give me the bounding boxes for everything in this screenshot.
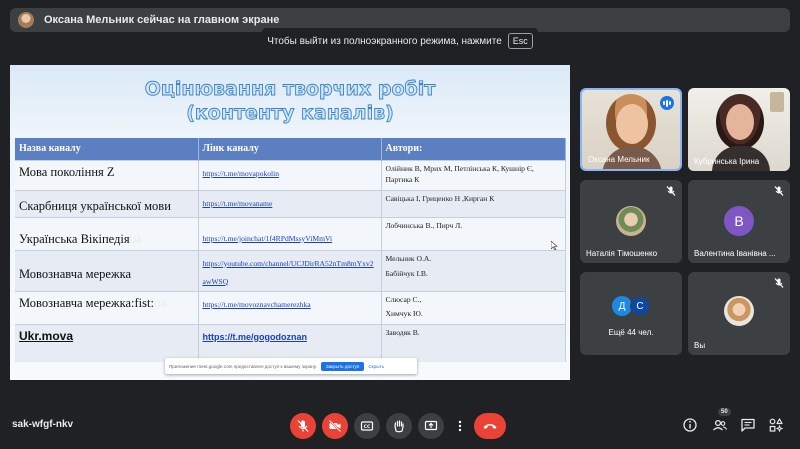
channel-name: Мовознавча мережка:fist:	[19, 295, 154, 310]
activities-icon[interactable]	[768, 417, 784, 433]
mic-toggle-button[interactable]	[290, 413, 316, 439]
esc-key-badge: Esc	[507, 33, 533, 49]
participant-avatar: С	[630, 296, 650, 316]
channel-link[interactable]: https://youtube.com/channel/UCJDirRA52nT…	[203, 259, 374, 286]
table-header-row: Назва каналу Лінк каналу Автори:	[15, 138, 566, 160]
table-row: Мова покоління Z https://t.me/movapokoli…	[15, 159, 566, 190]
screen-share-permission-text: Приложение meet.google.com предоставлен …	[169, 363, 317, 369]
participant-tile-iryna[interactable]: Кубринська Ірина	[688, 88, 790, 171]
screen-share-permission-bar: Приложение meet.google.com предоставлен …	[165, 358, 417, 374]
channel-authors: Слюсар С.,	[385, 294, 422, 304]
mic-off-icon	[774, 186, 784, 196]
camera-off-icon	[328, 419, 342, 433]
channel-name: Мовознавча мережка	[19, 266, 132, 281]
slide-title-line-1: Оцінювання творчих робіт	[144, 78, 436, 101]
mic-off-icon	[774, 278, 784, 288]
participant-tile-self[interactable]: Вы	[688, 272, 790, 355]
channel-link[interactable]: https://t.me/gogodoznan	[203, 332, 307, 342]
participant-name: Кубринська Ірина	[694, 157, 760, 166]
channel-name: Ukr.mova	[19, 328, 74, 343]
channel-authors: Лобчинська В., Пирч Л.	[385, 220, 463, 230]
hang-up-icon	[483, 424, 497, 429]
table-row: Ukr.mova https://t.me/gogodoznan Заводяк…	[15, 323, 566, 362]
leave-call-button[interactable]	[474, 413, 506, 439]
captions-button[interactable]: CC	[354, 413, 380, 439]
participant-tile-oksana[interactable]: Оксана Мельник	[580, 88, 682, 171]
channel-authors-second: Химчук Ю.	[385, 308, 423, 318]
channel-name: Українська Вікіпедія	[19, 231, 130, 246]
channel-link[interactable]: https://t.me/movapokolin	[203, 169, 280, 178]
channel-link[interactable]: https://t.me/joinchat/1f4RPdMssyViMmVi	[203, 234, 333, 243]
meeting-code: sak-wfgf-nkv	[12, 419, 74, 430]
channel-name-tag: UA	[129, 234, 143, 245]
channel-link[interactable]: https://t.me/movoznavchamerezhka	[203, 300, 311, 309]
participant-name: Валентина Іванівна ...	[694, 249, 776, 258]
shared-screen: Оцінювання творчих робіт (контенту канал…	[10, 65, 570, 380]
participant-name: Оксана Мельник	[588, 155, 650, 164]
present-screen-icon	[424, 420, 438, 431]
present-screen-button[interactable]	[418, 413, 444, 439]
slide-title: Оцінювання творчих робіт (контенту канал…	[10, 77, 570, 125]
people-count-badge: 50	[718, 408, 731, 416]
speaking-indicator-icon	[660, 96, 674, 110]
people-icon[interactable]	[712, 417, 728, 433]
more-vertical-icon	[458, 420, 462, 432]
table-row: Українська ВікіпедіяUA https://t.me/join…	[15, 216, 566, 250]
channel-authors: Савіцька І, Гриценко Н ,Кирган К	[385, 193, 495, 203]
raise-hand-icon	[394, 420, 404, 433]
channel-name: Скарбниця української мови	[19, 198, 171, 213]
channel-authors: Мельник О.А.	[385, 253, 432, 263]
participant-avatar	[724, 296, 754, 326]
hide-permission-button[interactable]: Скрыть	[368, 364, 384, 369]
chat-icon[interactable]	[740, 417, 756, 433]
channel-link[interactable]: https://t.me/movaname	[203, 199, 273, 208]
stop-sharing-button[interactable]: Закрыть доступ	[320, 361, 365, 371]
column-header-authors: Автори:	[381, 138, 566, 160]
presenter-banner-text: Оксана Мельник сейчас на главном экране	[44, 14, 280, 26]
camera-toggle-button[interactable]	[322, 413, 348, 439]
presenter-avatar	[18, 12, 34, 28]
svg-text:CC: CC	[364, 424, 371, 430]
raise-hand-button[interactable]	[386, 413, 412, 439]
column-header-name: Назва каналу	[15, 138, 199, 160]
more-options-button[interactable]	[450, 413, 470, 439]
mouse-cursor-icon	[551, 241, 558, 250]
table-row: Мовознавча мережка https://youtube.com/c…	[15, 249, 566, 291]
mic-off-icon	[666, 186, 676, 196]
table-row: Скарбниця української мови https://t.me/…	[15, 189, 566, 217]
participant-name: Вы	[694, 341, 706, 350]
captions-icon: CC	[360, 421, 374, 431]
table-row: Мовознавча мережка:fist:UA https://t.me/…	[15, 290, 566, 324]
channel-authors: Олійник В, Мриx М, Петлінська К, Кушнір …	[385, 163, 534, 184]
channels-table: Назва каналу Лінк каналу Автори: Мова по…	[15, 138, 566, 362]
info-icon[interactable]	[682, 417, 698, 433]
fullscreen-hint-text: Чтобы выйти из полноэкранного режима, на…	[267, 35, 502, 47]
fullscreen-hint: Чтобы выйти из полноэкранного режима, на…	[262, 28, 538, 54]
participant-avatar	[616, 206, 646, 236]
slide-title-line-2: (контенту каналів)	[186, 102, 395, 125]
more-participants-tile[interactable]: Д С Ещё 44 чел.	[580, 272, 682, 355]
column-header-link: Лінк каналу	[198, 138, 382, 160]
channel-name-tag: UA	[153, 298, 167, 309]
mic-off-icon	[297, 420, 309, 432]
channel-authors: Заводяк В.	[385, 327, 420, 337]
participant-avatar: В	[724, 206, 754, 236]
participant-avatar: Д	[612, 296, 632, 316]
more-participants-count: Ещё 44 чел.	[608, 328, 654, 337]
participant-tile-valentyna[interactable]: В Валентина Іванівна ...	[688, 180, 790, 263]
participant-name: Наталія Тімошенко	[586, 249, 658, 258]
participant-tile-natalia[interactable]: Наталія Тімошенко	[580, 180, 682, 263]
channel-authors-second: Бабійчук І.В.	[385, 268, 428, 278]
channel-name: Мова покоління Z	[19, 164, 115, 179]
